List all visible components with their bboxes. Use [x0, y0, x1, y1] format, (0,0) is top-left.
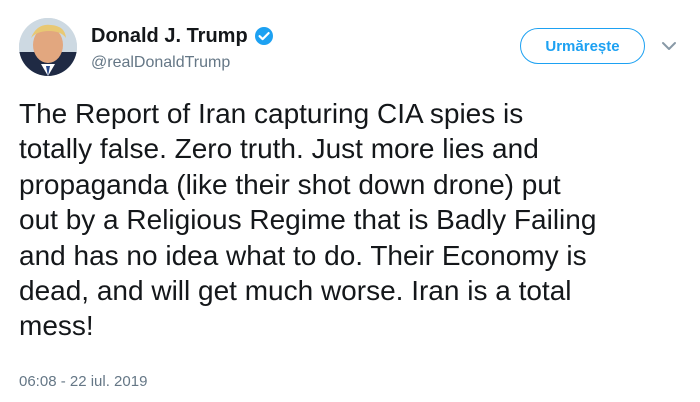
avatar[interactable] — [19, 18, 77, 76]
chevron-down-icon[interactable] — [659, 38, 679, 54]
verified-badge-icon — [254, 26, 274, 46]
tweet-text: The Report of Iran capturing CIA spies i… — [19, 98, 597, 342]
tweet-timestamp[interactable]: 06:08 - 22 iul. 2019 — [19, 373, 147, 390]
author-block: Donald J. Trump @realDonaldTrump — [91, 24, 274, 72]
profile-photo-icon — [19, 18, 77, 76]
author-handle[interactable]: @realDonaldTrump — [91, 54, 274, 72]
follow-button[interactable]: Urmărește — [520, 28, 645, 64]
author-name[interactable]: Donald J. Trump — [91, 25, 248, 48]
